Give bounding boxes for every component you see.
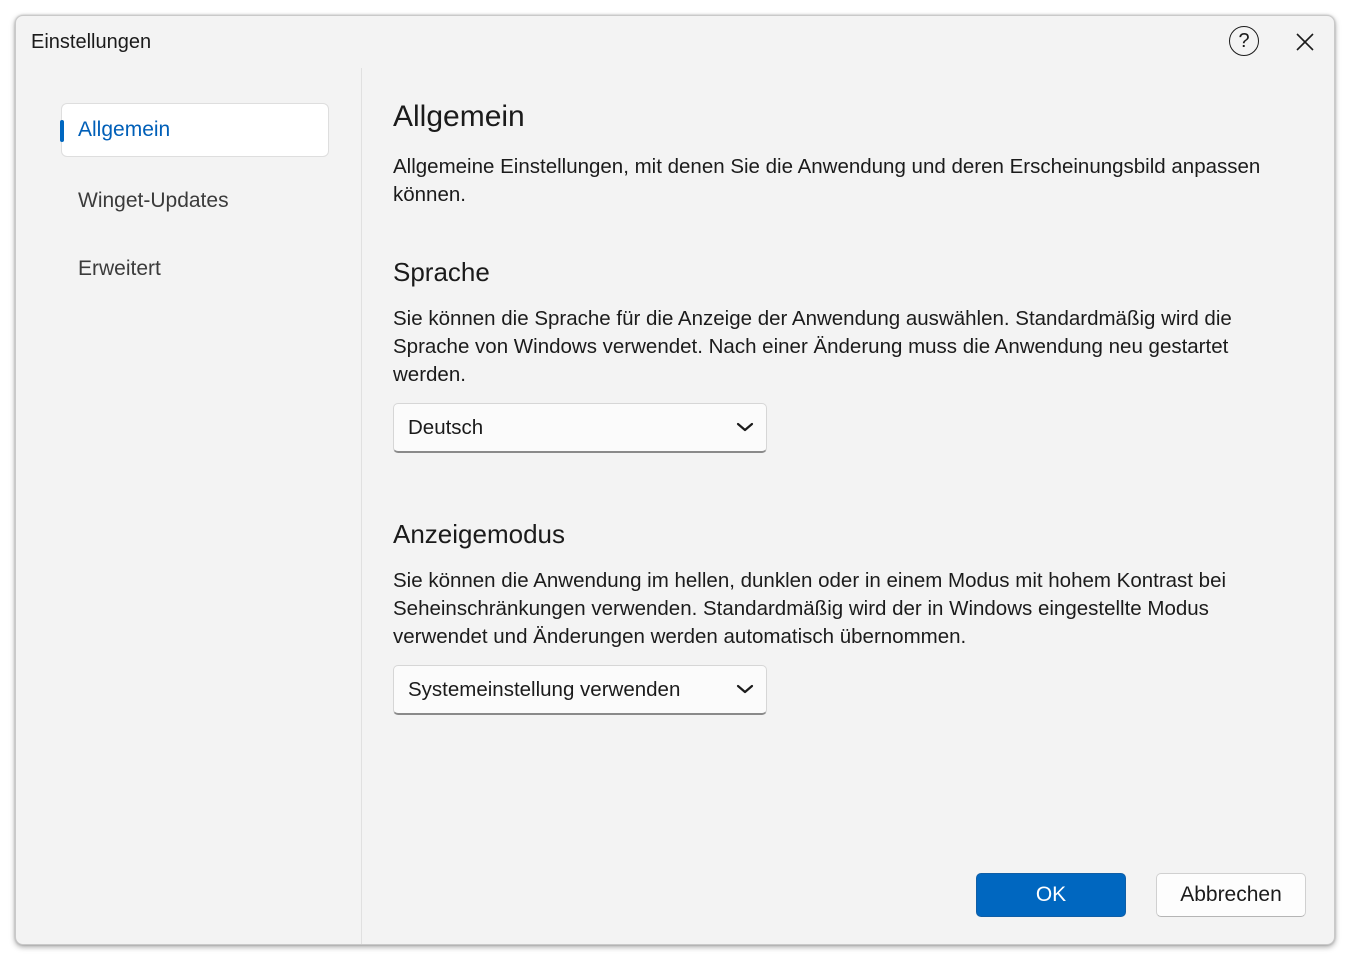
page-description: Allgemeine Einstellungen, mit denen Sie …: [393, 155, 1261, 206]
display-mode-dropdown[interactable]: Systemeinstellung verwenden: [393, 665, 767, 715]
page-title: Allgemein: [393, 100, 525, 133]
sidebar-item-erweitert[interactable]: Erweitert: [61, 242, 329, 296]
ok-button[interactable]: OK: [976, 873, 1126, 917]
language-description: Sie können die Sprache für die Anzeige d…: [393, 307, 1232, 386]
display-mode-description: Sie können die Anwendung im hellen, dunk…: [393, 569, 1227, 648]
sidebar-item-allgemein[interactable]: Allgemein: [61, 103, 329, 157]
display-mode-heading: Anzeigemodus: [393, 519, 565, 549]
language-heading: Sprache: [393, 257, 490, 287]
display-mode-selected-value: Systemeinstellung verwenden: [408, 678, 681, 701]
sidebar-item-label: Allgemein: [78, 118, 171, 141]
chevron-down-icon: [736, 684, 754, 694]
close-button[interactable]: [1291, 28, 1319, 56]
language-dropdown[interactable]: Deutsch: [393, 403, 767, 453]
cancel-button[interactable]: Abbrechen: [1156, 873, 1306, 917]
sidebar-nav: Allgemein Winget-Updates Erweitert: [16, 68, 362, 944]
title-bar: Einstellungen ?: [16, 16, 1334, 68]
sidebar-item-winget-updates[interactable]: Winget-Updates: [61, 174, 329, 228]
selection-indicator: [60, 120, 64, 142]
settings-dialog: Einstellungen ? Allgemein Winget-Updates…: [15, 15, 1335, 945]
language-selected-value: Deutsch: [408, 416, 484, 439]
chevron-down-icon: [736, 422, 754, 432]
close-icon: [1296, 33, 1314, 51]
dialog-title: Einstellungen: [31, 31, 152, 53]
help-button[interactable]: ?: [1229, 26, 1259, 56]
sidebar-item-label: Winget-Updates: [78, 189, 229, 212]
sidebar-item-label: Erweitert: [78, 257, 161, 280]
help-circle-icon: ?: [1238, 29, 1250, 52]
